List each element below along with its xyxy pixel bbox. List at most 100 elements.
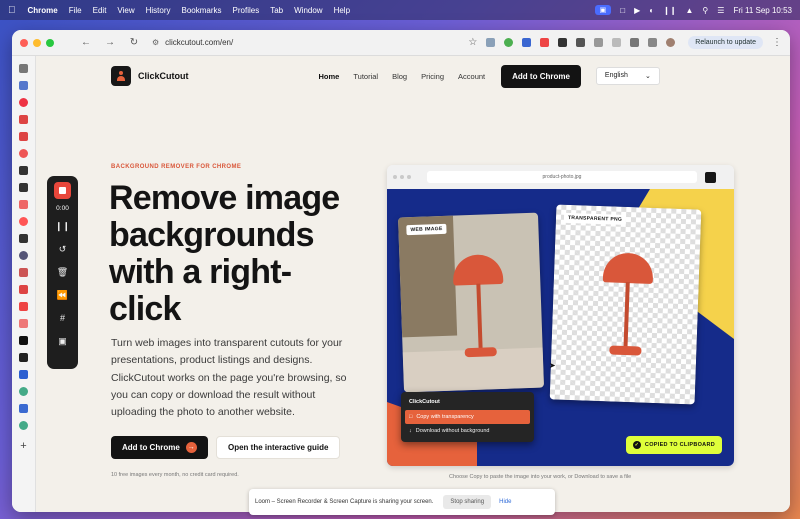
back-button[interactable]: ← [80,37,92,48]
sidebar-app-icon[interactable] [19,268,28,277]
nav-home[interactable]: Home [319,72,340,81]
sidebar-app-icon[interactable] [19,404,28,413]
more-menu-icon[interactable]: ⋮ [772,37,782,48]
extension-camera-icon[interactable] [486,38,496,47]
minimize-window-button[interactable] [33,38,41,47]
menu-file[interactable]: File [69,6,82,15]
menu-history[interactable]: History [146,6,171,15]
menu-help[interactable]: Help [334,6,350,15]
transparent-png-card: TRANSPARENT PNG [549,204,702,405]
trash-icon[interactable]: 🗑 [57,266,68,278]
menu-view[interactable]: View [117,6,134,15]
download-icon[interactable] [630,38,640,47]
extension-list-icon[interactable] [648,38,658,47]
menubar-clock[interactable]: Fri 11 Sep 10:53 [733,6,792,15]
brand-name[interactable]: ClickCutout [138,71,189,81]
bookmark-star-icon[interactable]: ☆ [468,37,477,48]
pause-status-icon[interactable]: ❙❙ [663,6,676,15]
menu-app-chrome[interactable]: Chrome [28,6,58,15]
apple-icon[interactable]:  [8,5,16,16]
nav-pricing[interactable]: Pricing [421,72,444,81]
web-image-tag: WEB IMAGE [406,223,447,236]
open-guide-button[interactable]: Open the interactive guide [216,436,341,459]
add-sidebar-app-icon[interactable]: + [20,440,26,452]
gmail-icon[interactable] [19,132,28,141]
nav-add-to-chrome-button[interactable]: Add to Chrome [501,64,581,88]
maximize-window-button[interactable] [46,38,54,47]
status-icon[interactable]: □ [620,6,625,15]
grid-icon[interactable]: # [60,312,65,324]
web-image-card: WEB IMAGE [397,212,545,393]
search-icon[interactable]: ⚲ [702,6,708,15]
extension-r-icon[interactable] [522,38,532,47]
sidebar-toggle-icon[interactable] [612,38,622,47]
language-select[interactable]: English ⌄ [595,67,660,85]
google-icon[interactable] [19,387,28,396]
screen-recording-icon[interactable]: ▣ [594,5,612,15]
menu-window[interactable]: Window [294,6,322,15]
control-center-icon[interactable]: ☰ [717,6,724,15]
nav-account[interactable]: Account [458,72,485,81]
add-to-chrome-button[interactable]: Add to Chrome → [111,436,208,459]
extension-cloud-icon[interactable] [576,38,586,47]
hide-sharing-bar-link[interactable]: Hide [499,499,511,505]
menu-edit[interactable]: Edit [93,6,107,15]
sidebar-app-icon[interactable] [19,217,28,226]
browser-sidebar: + [12,56,36,512]
sidebar-app-icon[interactable] [19,302,28,311]
google-icon[interactable] [19,421,28,430]
sidebar-app-icon[interactable] [19,370,28,379]
stop-recording-button[interactable] [54,182,71,199]
stop-sharing-button[interactable]: Stop sharing [443,495,492,509]
sidebar-app-icon[interactable] [19,234,28,243]
sidebar-app-icon[interactable] [19,319,28,328]
forward-button[interactable]: → [104,37,116,48]
demo-canvas: WEB IMAGE TRANSPARENT PNG ClickCutout □ C… [387,189,734,466]
context-menu-title: ClickCutout [409,399,440,405]
sidebar-app-icon[interactable] [19,200,28,209]
close-window-button[interactable] [20,38,28,47]
sidebar-app-icon[interactable] [19,251,28,260]
demo-caption: Choose Copy to paste the image into your… [449,474,632,480]
menu-tab[interactable]: Tab [270,6,283,15]
profile-avatar[interactable] [666,38,676,47]
language-value: English [604,72,628,79]
sidebar-app-icon[interactable] [19,98,28,107]
rewind-icon[interactable]: ⏪ [57,289,68,301]
demo-browser-bar: product-photo.jpg [387,165,734,189]
menu-bookmarks[interactable]: Bookmarks [182,6,222,15]
sidebar-app-icon[interactable] [19,149,28,158]
relaunch-to-update-button[interactable]: Relaunch to update [688,36,763,49]
site-nav-links: Home Tutorial Blog Pricing Account [319,72,486,81]
site-info-icon[interactable]: ⚙ [152,38,159,47]
pause-icon[interactable]: ❙❙ [55,220,70,232]
brand-logo-icon[interactable] [111,66,131,86]
sidebar-app-icon[interactable] [19,183,28,192]
extension-puzzle-icon[interactable] [594,38,604,47]
recording-timer: 0:00 [56,205,69,212]
sidebar-menu-icon[interactable] [19,64,28,73]
sidebar-app-icon[interactable] [19,353,28,362]
browser-window: ← → ↻ ⚙ clickcutout.com/en/ ☆ Relaunch t… [12,30,790,512]
extension-shield-icon[interactable] [504,38,514,47]
wifi-icon[interactable]: ▲ [685,6,693,15]
address-text[interactable]: clickcutout.com/en/ [165,38,233,47]
copy-with-transparency-item: □ Copy with transparency [405,410,530,424]
address-bar[interactable]: ⚙ clickcutout.com/en/ [152,38,233,47]
gmail-icon[interactable] [19,115,28,124]
circle-status-icon[interactable]: ◐ [649,6,654,15]
demo-extension-icon [705,171,716,183]
sidebar-apps-icon[interactable] [19,81,28,90]
nav-tutorial[interactable]: Tutorial [353,72,378,81]
sidebar-app-icon[interactable] [19,166,28,175]
play-status-icon[interactable]: ▶ [634,6,640,15]
extension-ring-icon[interactable] [540,38,550,47]
camera-icon[interactable]: ▣ [58,335,67,347]
restart-icon[interactable]: ↺ [59,243,67,255]
reload-button[interactable]: ↻ [128,37,140,48]
nav-blog[interactable]: Blog [392,72,407,81]
x-icon[interactable] [19,336,28,345]
sidebar-app-icon[interactable] [19,285,28,294]
menu-profiles[interactable]: Profiles [233,6,260,15]
extension-dark-icon[interactable] [558,38,568,47]
